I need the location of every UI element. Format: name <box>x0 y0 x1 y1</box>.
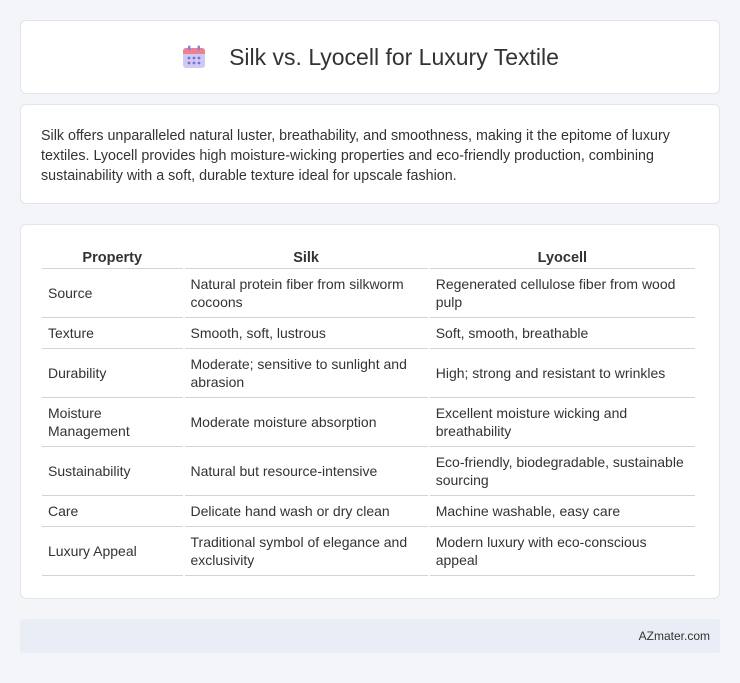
table-row: Luxury Appeal Traditional symbol of eleg… <box>42 527 695 576</box>
lyocell-cell: Soft, smooth, breathable <box>429 318 695 349</box>
comparison-table-card: Property Silk Lyocell Source Natural pro… <box>20 224 720 599</box>
property-cell: Moisture Management <box>42 398 183 447</box>
table-row: Source Natural protein fiber from silkwo… <box>42 269 695 318</box>
table-row: Sustainability Natural but resource-inte… <box>42 447 695 496</box>
table-row: Texture Smooth, soft, lustrous Soft, smo… <box>42 318 695 349</box>
header-silk: Silk <box>184 245 428 269</box>
title-card: Silk vs. Lyocell for Luxury Textile <box>20 20 720 94</box>
silk-cell: Moderate; sensitive to sunlight and abra… <box>184 349 428 398</box>
footer-site-link[interactable]: AZmater.com <box>639 629 710 643</box>
summary-text: Silk offers unparalleled natural luster,… <box>41 128 670 184</box>
silk-cell: Delicate hand wash or dry clean <box>184 496 428 527</box>
lyocell-cell: Regenerated cellulose fiber from wood pu… <box>429 269 695 318</box>
property-cell: Care <box>42 496 183 527</box>
summary-card: Silk offers unparalleled natural luster,… <box>20 104 720 204</box>
calendar-icon <box>181 44 207 70</box>
lyocell-cell: High; strong and resistant to wrinkles <box>429 349 695 398</box>
lyocell-cell: Modern luxury with eco-conscious appeal <box>429 527 695 576</box>
table-header-row: Property Silk Lyocell <box>42 245 695 269</box>
header-property: Property <box>42 245 183 269</box>
silk-cell: Natural protein fiber from silkworm coco… <box>184 269 428 318</box>
lyocell-cell: Machine washable, easy care <box>429 496 695 527</box>
silk-cell: Moderate moisture absorption <box>184 398 428 447</box>
page-title: Silk vs. Lyocell for Luxury Textile <box>229 43 559 70</box>
lyocell-cell: Eco-friendly, biodegradable, sustainable… <box>429 447 695 496</box>
footer: AZmater.com <box>20 619 720 653</box>
silk-cell: Traditional symbol of elegance and exclu… <box>184 527 428 576</box>
comparison-table: Property Silk Lyocell Source Natural pro… <box>40 245 697 576</box>
table-row: Durability Moderate; sensitive to sunlig… <box>42 349 695 398</box>
silk-cell: Smooth, soft, lustrous <box>184 318 428 349</box>
silk-cell: Natural but resource-intensive <box>184 447 428 496</box>
property-cell: Source <box>42 269 183 318</box>
lyocell-cell: Excellent moisture wicking and breathabi… <box>429 398 695 447</box>
property-cell: Texture <box>42 318 183 349</box>
property-cell: Sustainability <box>42 447 183 496</box>
property-cell: Luxury Appeal <box>42 527 183 576</box>
table-row: Care Delicate hand wash or dry clean Mac… <box>42 496 695 527</box>
header-lyocell: Lyocell <box>429 245 695 269</box>
property-cell: Durability <box>42 349 183 398</box>
table-row: Moisture Management Moderate moisture ab… <box>42 398 695 447</box>
